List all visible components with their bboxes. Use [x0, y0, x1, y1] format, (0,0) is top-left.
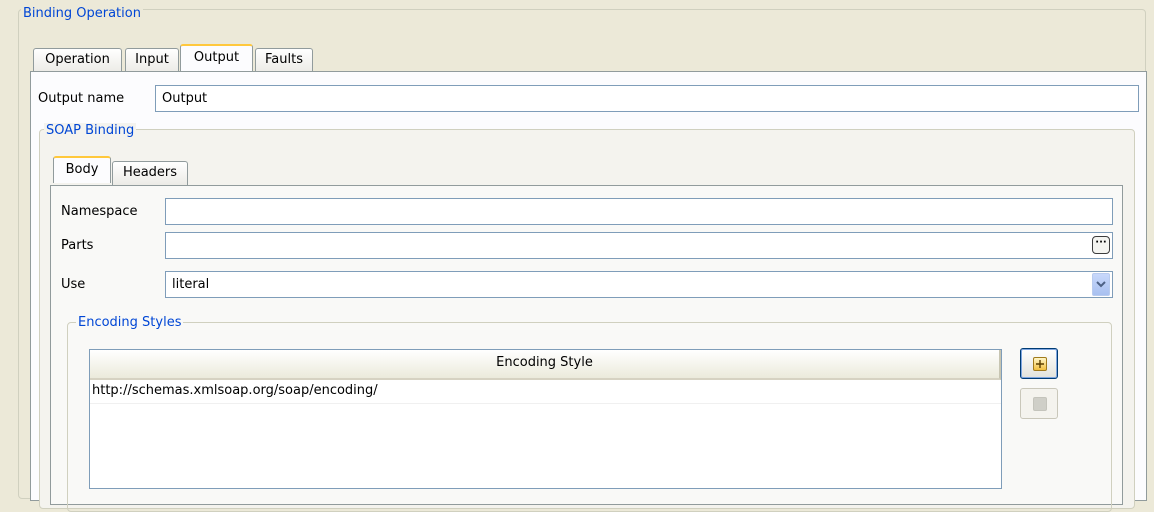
tab-faults[interactable]: Faults	[255, 48, 313, 72]
binding-operation-title: Binding Operation	[21, 6, 143, 22]
tab-input[interactable]: Input	[125, 48, 179, 72]
soap-binding-title: SOAP Binding	[44, 123, 137, 139]
add-encoding-style-button[interactable]	[1020, 348, 1058, 379]
parts-field[interactable]	[165, 232, 1113, 259]
output-name-label: Output name	[38, 91, 125, 106]
encoding-styles-title: Encoding Styles	[76, 315, 184, 331]
remove-encoding-style-button[interactable]	[1020, 388, 1058, 419]
tab-headers[interactable]: Headers	[112, 161, 188, 185]
parts-label: Parts	[61, 238, 94, 253]
minus-icon	[1033, 397, 1047, 411]
tab-operation[interactable]: Operation	[33, 48, 122, 72]
plus-icon	[1033, 357, 1047, 371]
parts-browse-button[interactable]: ···	[1092, 236, 1110, 254]
namespace-field[interactable]	[165, 198, 1113, 225]
encoding-style-column-header[interactable]: Encoding Style	[90, 350, 1001, 380]
chevron-down-icon	[1096, 281, 1106, 288]
namespace-label: Namespace	[61, 204, 138, 219]
output-name-field[interactable]: Output	[155, 85, 1139, 112]
tab-output[interactable]: Output	[180, 44, 253, 71]
tab-body[interactable]: Body	[53, 156, 111, 183]
use-label: Use	[61, 277, 86, 292]
use-select[interactable]: literal	[165, 271, 1113, 298]
use-dropdown-button[interactable]	[1092, 273, 1110, 296]
table-row[interactable]: http://schemas.xmlsoap.org/soap/encoding…	[90, 380, 1001, 404]
encoding-styles-table[interactable]: Encoding Style http://schemas.xmlsoap.or…	[89, 349, 1002, 489]
